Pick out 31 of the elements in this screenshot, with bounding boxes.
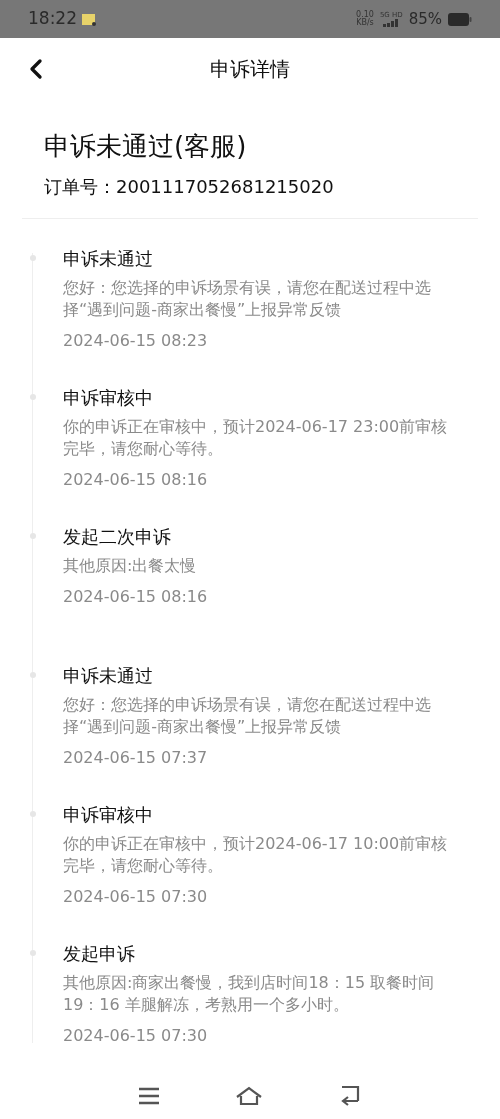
menu-icon[interactable]: [137, 1086, 160, 1105]
battery-icon: [448, 12, 472, 26]
event-title: 申诉未通过: [63, 663, 154, 688]
order-label: 订单号：: [44, 174, 116, 199]
event-description: 您好：您选择的申诉场景有误，请您在配送过程中选择“遇到问题-商家出餐慢”上报异常反馈: [63, 276, 432, 321]
home-icon[interactable]: [235, 1085, 263, 1106]
battery-percent: 85%: [408, 8, 442, 30]
event-title: 申诉审核中: [63, 385, 154, 410]
event-title: 申诉审核中: [63, 802, 154, 827]
appeal-status-title: 申诉未通过(客服): [44, 130, 248, 163]
net-unit: KB/s: [356, 19, 374, 27]
notification-icon: [81, 12, 97, 26]
event-time: 2024-06-15 07:30: [63, 1024, 209, 1047]
net-speed: 0.10: [356, 11, 374, 19]
signal-icon: [382, 18, 401, 27]
status-time: 18:22: [28, 7, 77, 31]
page-title: 申诉详情: [210, 56, 290, 83]
event-description: 您好：您选择的申诉场景有误，请您在配送过程中选择“遇到问题-商家出餐慢”上报异常反馈: [63, 693, 432, 738]
event-time: 2024-06-15 07:37: [63, 746, 209, 769]
event-title: 发起申诉: [63, 941, 136, 966]
event-description: 其他原因:出餐太慢: [63, 554, 198, 577]
event-title: 申诉未通过: [63, 246, 154, 271]
event-description: 你的申诉正在审核中，预计2024-06-17 23:00前审核完毕，请您耐心等待。: [63, 415, 449, 460]
event-description: 其他原因:商家出餐慢，我到店时间18：15 取餐时间19：16 羊腿解冻，考熟用一个多小时。: [63, 971, 436, 1016]
event-time: 2024-06-15 08:23: [63, 329, 209, 352]
event-time: 2024-06-15 07:30: [63, 885, 209, 908]
event-time: 2024-06-15 08:16: [63, 585, 209, 608]
event-description: 你的申诉正在审核中，预计2024-06-17 10:00前审核完毕，请您耐心等待。: [63, 832, 449, 877]
order-number: 2001117052681215020: [116, 174, 334, 199]
event-time: 2024-06-15 08:16: [63, 468, 209, 491]
event-title: 发起二次申诉: [63, 524, 172, 549]
